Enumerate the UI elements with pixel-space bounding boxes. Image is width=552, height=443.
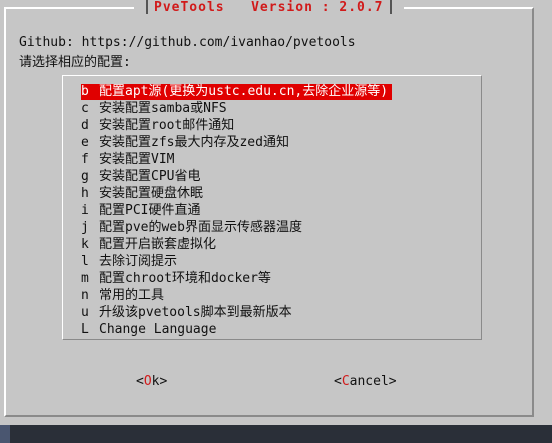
menu-item-h[interactable]: h 安装配置硬盘休眠 xyxy=(81,186,207,202)
dialog-version: Version : 2.0.7 xyxy=(251,0,384,15)
menu-item-key: h xyxy=(81,186,89,201)
menu-item-label: 安装配置samba或NFS xyxy=(99,101,227,116)
menu-item-b[interactable]: b 配置apt源(更换为ustc.edu.cn,去除企业源等) xyxy=(81,84,393,100)
menu-item-label: 去除订阅提示 xyxy=(99,254,178,269)
menu-item-key: b xyxy=(81,84,89,99)
menu-item-label: 配置chroot环境和docker等 xyxy=(99,271,271,286)
menu-item-label: 常用的工具 xyxy=(99,288,165,303)
dialog-window: PveTools Version : 2.0.7 Github: https:/… xyxy=(0,0,540,425)
menu-item-key: l xyxy=(81,254,89,269)
menu-item-label: Change Language xyxy=(99,322,217,337)
menu-item-l[interactable]: l 去除订阅提示 xyxy=(81,254,181,270)
screen-gutter xyxy=(540,0,552,425)
menu-item-label: 安装配置zfs最大内存及zed通知 xyxy=(99,135,289,150)
menu-item-label: 安装配置硬盘休眠 xyxy=(99,186,204,201)
menu-list: b 配置apt源(更换为ustc.edu.cn,去除企业源等) c 安装配置samba… xyxy=(62,75,482,340)
menu-item-c[interactable]: c 安装配置samba或NFS xyxy=(81,101,231,117)
menu-item-label: 配置apt源(更换为ustc.edu.cn,去除企业源等) xyxy=(99,84,389,99)
dialog-title-bar: PveTools Version : 2.0.7 xyxy=(134,0,404,15)
menu-item-key: k xyxy=(81,237,89,252)
ok-button[interactable]: <Ok> xyxy=(136,374,167,389)
menu-item-L[interactable]: L Change Language xyxy=(81,322,220,338)
menu-item-key: d xyxy=(81,118,89,133)
menu-item-label: 安装配置VIM xyxy=(99,152,175,167)
menu-item-label: 配置开启嵌套虚拟化 xyxy=(99,237,217,252)
menu-item-label: 安装配置root邮件通知 xyxy=(99,118,235,133)
menu-item-u[interactable]: u 升级该pvetools脚本到最新版本 xyxy=(81,305,296,321)
menu-item-key: f xyxy=(81,152,89,167)
menu-item-label: 配置pve的web界面显示传感器温度 xyxy=(99,220,302,235)
dialog-shadow xyxy=(10,425,552,443)
menu-item-key: e xyxy=(81,135,89,150)
menu-item-key: m xyxy=(81,271,89,286)
menu-item-key: g xyxy=(81,169,89,184)
cancel-button[interactable]: <Cancel> xyxy=(334,374,397,389)
menu-item-key: u xyxy=(81,305,89,320)
menu-item-n[interactable]: n 常用的工具 xyxy=(81,288,168,304)
title-separator-right xyxy=(389,0,392,14)
prompt-text: 请选择相应的配置: xyxy=(19,55,131,70)
title-separator-left xyxy=(146,0,148,14)
menu-item-e[interactable]: e 安装配置zfs最大内存及zed通知 xyxy=(81,135,293,151)
menu-item-d[interactable]: d 安装配置root邮件通知 xyxy=(81,118,238,134)
menu-item-f[interactable]: f 安装配置VIM xyxy=(81,152,178,168)
menu-item-k[interactable]: k 配置开启嵌套虚拟化 xyxy=(81,237,220,253)
menu-item-label: 配置PCI硬件直通 xyxy=(99,203,201,218)
menu-item-label: 安装配置CPU省电 xyxy=(99,169,201,184)
menu-item-key: i xyxy=(81,203,89,218)
menu-item-key: L xyxy=(81,322,89,337)
menu-item-j[interactable]: j 配置pve的web界面显示传感器温度 xyxy=(81,220,306,236)
menu-item-label: 升级该pvetools脚本到最新版本 xyxy=(99,305,292,320)
menu-item-key: j xyxy=(81,220,89,235)
menu-item-g[interactable]: g 安装配置CPU省电 xyxy=(81,169,204,185)
menu-item-key: n xyxy=(81,288,89,303)
menu-item-m[interactable]: m 配置chroot环境和docker等 xyxy=(81,271,275,287)
github-line: Github: https://github.com/ivanhao/pveto… xyxy=(19,35,356,50)
dialog-title: PveTools xyxy=(154,0,225,15)
menu-item-i[interactable]: i 配置PCI硬件直通 xyxy=(81,203,204,219)
menu-item-key: c xyxy=(81,101,89,116)
